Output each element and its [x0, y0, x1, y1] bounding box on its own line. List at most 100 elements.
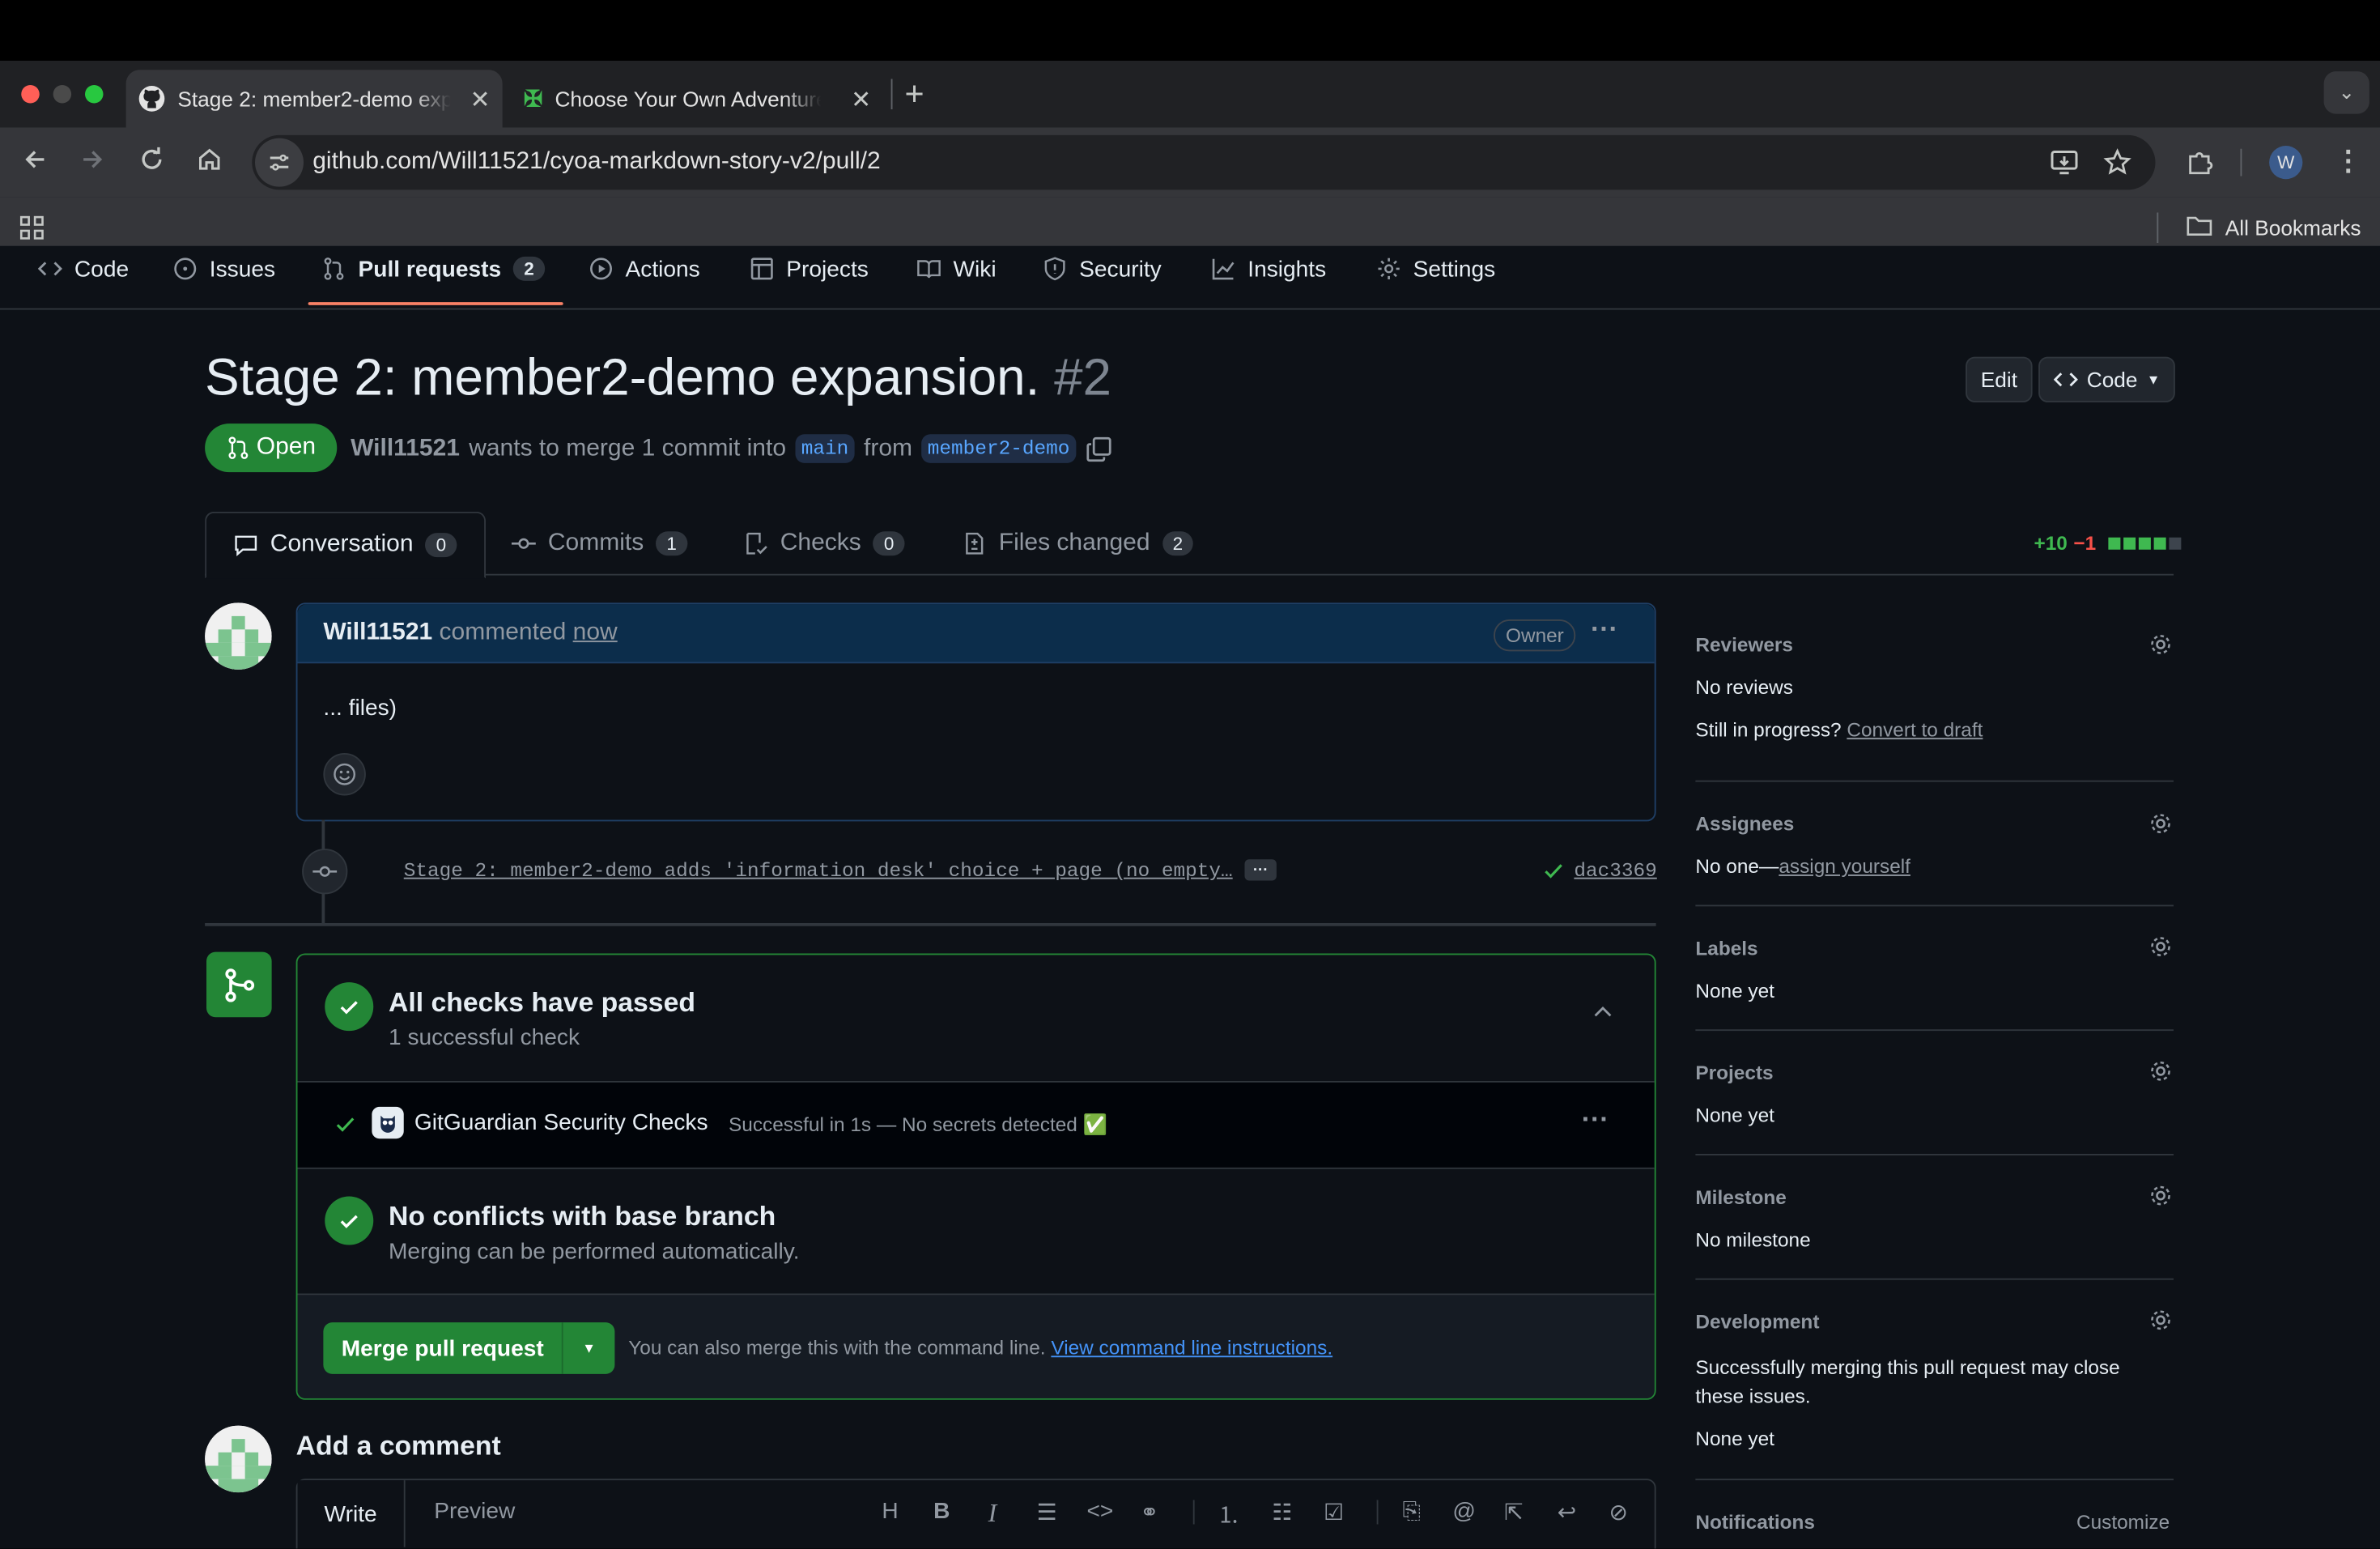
bold-icon[interactable]: B [933, 1499, 950, 1525]
new-tab-icon[interactable]: + [905, 74, 924, 114]
attach-paperclip-icon[interactable]: ⎘ [1403, 1499, 1422, 1525]
tab-search-chevron-down-icon[interactable]: ⌄ [2323, 71, 2369, 114]
adventure-favicon-icon: ✠ [523, 86, 543, 113]
head-branch-link[interactable]: member2-demo [921, 434, 1076, 463]
commit-expand-ellipsis-icon[interactable]: ··· [1244, 859, 1277, 881]
extensions-puzzle-icon[interactable] [2184, 147, 2215, 178]
reviewers-gear-icon[interactable] [2148, 632, 2174, 657]
sidebar-separator [1695, 1154, 2174, 1155]
commit-message-link[interactable]: Stage 2: member2-demo adds 'information … [404, 859, 1233, 882]
code-button-label: Code [2086, 367, 2138, 392]
reload-icon[interactable] [138, 146, 166, 173]
comment-options-kebab-icon[interactable]: ··· [1591, 614, 1618, 645]
milestone-heading[interactable]: Milestone [1695, 1185, 1786, 1208]
reviewers-heading[interactable]: Reviewers [1695, 633, 1793, 656]
customize-notifications-link[interactable]: Customize [2076, 1511, 2170, 1534]
development-heading[interactable]: Development [1695, 1310, 1819, 1333]
zoom-window-button[interactable] [85, 85, 104, 104]
close-window-button[interactable] [21, 85, 40, 104]
gear-icon [1377, 257, 1401, 281]
labels-heading[interactable]: Labels [1695, 937, 1757, 960]
comment-author-link[interactable]: Will11521 [323, 619, 432, 645]
toolbar-divider [1192, 1500, 1195, 1525]
repo-nav-security[interactable]: Security [1043, 246, 1162, 292]
tab-commits[interactable]: Commits 1 [511, 513, 687, 574]
tab-label: Conversation [270, 531, 414, 558]
check-options-kebab-icon[interactable]: ··· [1582, 1104, 1609, 1135]
avatar[interactable] [205, 602, 272, 670]
avatar[interactable] [205, 1425, 272, 1493]
minimize-window-button[interactable] [53, 85, 72, 104]
browser-tab-active[interactable]: Stage 2: member2-demo expansion. by Will… [125, 70, 503, 128]
chevron-up-icon[interactable] [1591, 1001, 1615, 1025]
check-name-link[interactable]: GitGuardian Security Checks [414, 1110, 708, 1136]
home-icon[interactable] [196, 146, 223, 173]
projects-gear-icon[interactable] [2148, 1058, 2174, 1084]
issue-icon [173, 257, 198, 281]
install-app-icon[interactable] [2049, 147, 2080, 178]
profile-avatar[interactable]: W [2269, 146, 2303, 180]
saved-reply-icon[interactable]: ↩ [1558, 1499, 1577, 1526]
apps-grid-icon[interactable] [19, 214, 46, 241]
convert-to-draft-link[interactable]: Convert to draft [1847, 718, 1983, 741]
edit-button[interactable]: Edit [1966, 356, 2033, 402]
forward-arrow-icon[interactable] [79, 146, 107, 173]
link-icon[interactable]: ⚭ [1140, 1499, 1159, 1526]
add-reaction-smiley-icon[interactable] [323, 753, 366, 796]
repo-nav-code[interactable]: Code [37, 246, 129, 292]
assign-yourself-link[interactable]: assign yourself [1779, 855, 1910, 878]
repo-nav-projects[interactable]: Projects [750, 246, 869, 292]
browser-tab[interactable]: ✠ Choose Your Own Adventure Story ✕ [512, 70, 883, 127]
code-icon[interactable]: <> [1087, 1499, 1114, 1525]
assignees-gear-icon[interactable] [2148, 811, 2174, 836]
italic-icon[interactable]: I [988, 1499, 997, 1530]
tab-files-changed[interactable]: Files changed 2 [963, 513, 1194, 574]
labels-gear-icon[interactable] [2148, 934, 2174, 960]
unordered-list-icon[interactable]: ☷ [1272, 1499, 1292, 1526]
heading-icon[interactable]: H [882, 1499, 898, 1525]
git-merge-icon [206, 951, 272, 1018]
comment-box: Will11521 commented now Owner ··· ... fi… [295, 602, 1656, 822]
author-link[interactable]: Will11521 [351, 435, 460, 462]
repo-nav: Code Issues Pull requests 2 Actions Proj… [0, 245, 2380, 310]
repo-nav-issues[interactable]: Issues [173, 246, 275, 292]
diffstat-bar [2105, 536, 2182, 549]
ordered-list-icon[interactable]: ⒈ [1218, 1499, 1240, 1530]
repo-nav-settings[interactable]: Settings [1377, 246, 1495, 292]
assignees-heading[interactable]: Assignees [1695, 812, 1794, 835]
base-branch-link[interactable]: main [795, 434, 855, 463]
tab-preview[interactable]: Preview [434, 1499, 515, 1525]
development-gear-icon[interactable] [2148, 1307, 2174, 1333]
merge-method-triangle-down-icon[interactable]: ▼ [563, 1322, 614, 1374]
all-bookmarks-link[interactable]: All Bookmarks [2225, 215, 2361, 240]
tab-write[interactable]: Write [297, 1480, 406, 1547]
tab-checks[interactable]: Checks 0 [744, 513, 905, 574]
comment-time-link[interactable]: now [573, 619, 618, 645]
repo-nav-insights[interactable]: Insights [1211, 246, 1326, 292]
cli-instructions-link[interactable]: View command line instructions. [1051, 1336, 1332, 1359]
bookmark-star-icon[interactable] [2102, 147, 2133, 178]
repo-nav-actions[interactable]: Actions [589, 246, 700, 292]
merge-pull-request-button[interactable]: Merge pull request [323, 1322, 563, 1374]
close-tab-icon[interactable]: ✕ [851, 85, 871, 116]
commit-sha-link[interactable]: dac3369 [1574, 859, 1656, 882]
nav-label: Projects [786, 255, 869, 282]
projects-heading[interactable]: Projects [1695, 1062, 1773, 1084]
copy-icon[interactable] [1085, 435, 1112, 462]
task-list-icon[interactable]: ☑ [1324, 1499, 1344, 1526]
back-arrow-icon[interactable] [21, 146, 49, 173]
code-dropdown-button[interactable]: Code ▼ [2038, 356, 2175, 402]
checks-summary[interactable]: All checks have passed 1 successful chec… [297, 955, 1655, 1083]
cross-reference-icon[interactable]: ⇱ [1504, 1499, 1524, 1526]
tab-conversation[interactable]: Conversation 0 [205, 511, 486, 579]
repo-nav-pull-requests[interactable]: Pull requests 2 [322, 246, 545, 292]
browser-menu-kebab-icon[interactable]: ⋮ [2335, 146, 2362, 177]
slash-commands-icon[interactable]: ⊘ [1609, 1499, 1629, 1526]
conflicts-section: No conflicts with base branch Merging ca… [297, 1169, 1655, 1296]
site-info-icon[interactable] [255, 138, 304, 187]
mention-icon[interactable]: @ [1452, 1499, 1476, 1525]
close-tab-icon[interactable]: ✕ [470, 85, 490, 116]
milestone-gear-icon[interactable] [2148, 1183, 2174, 1209]
repo-nav-wiki[interactable]: Wiki [917, 246, 997, 292]
quote-icon[interactable]: ☰ [1037, 1499, 1057, 1526]
